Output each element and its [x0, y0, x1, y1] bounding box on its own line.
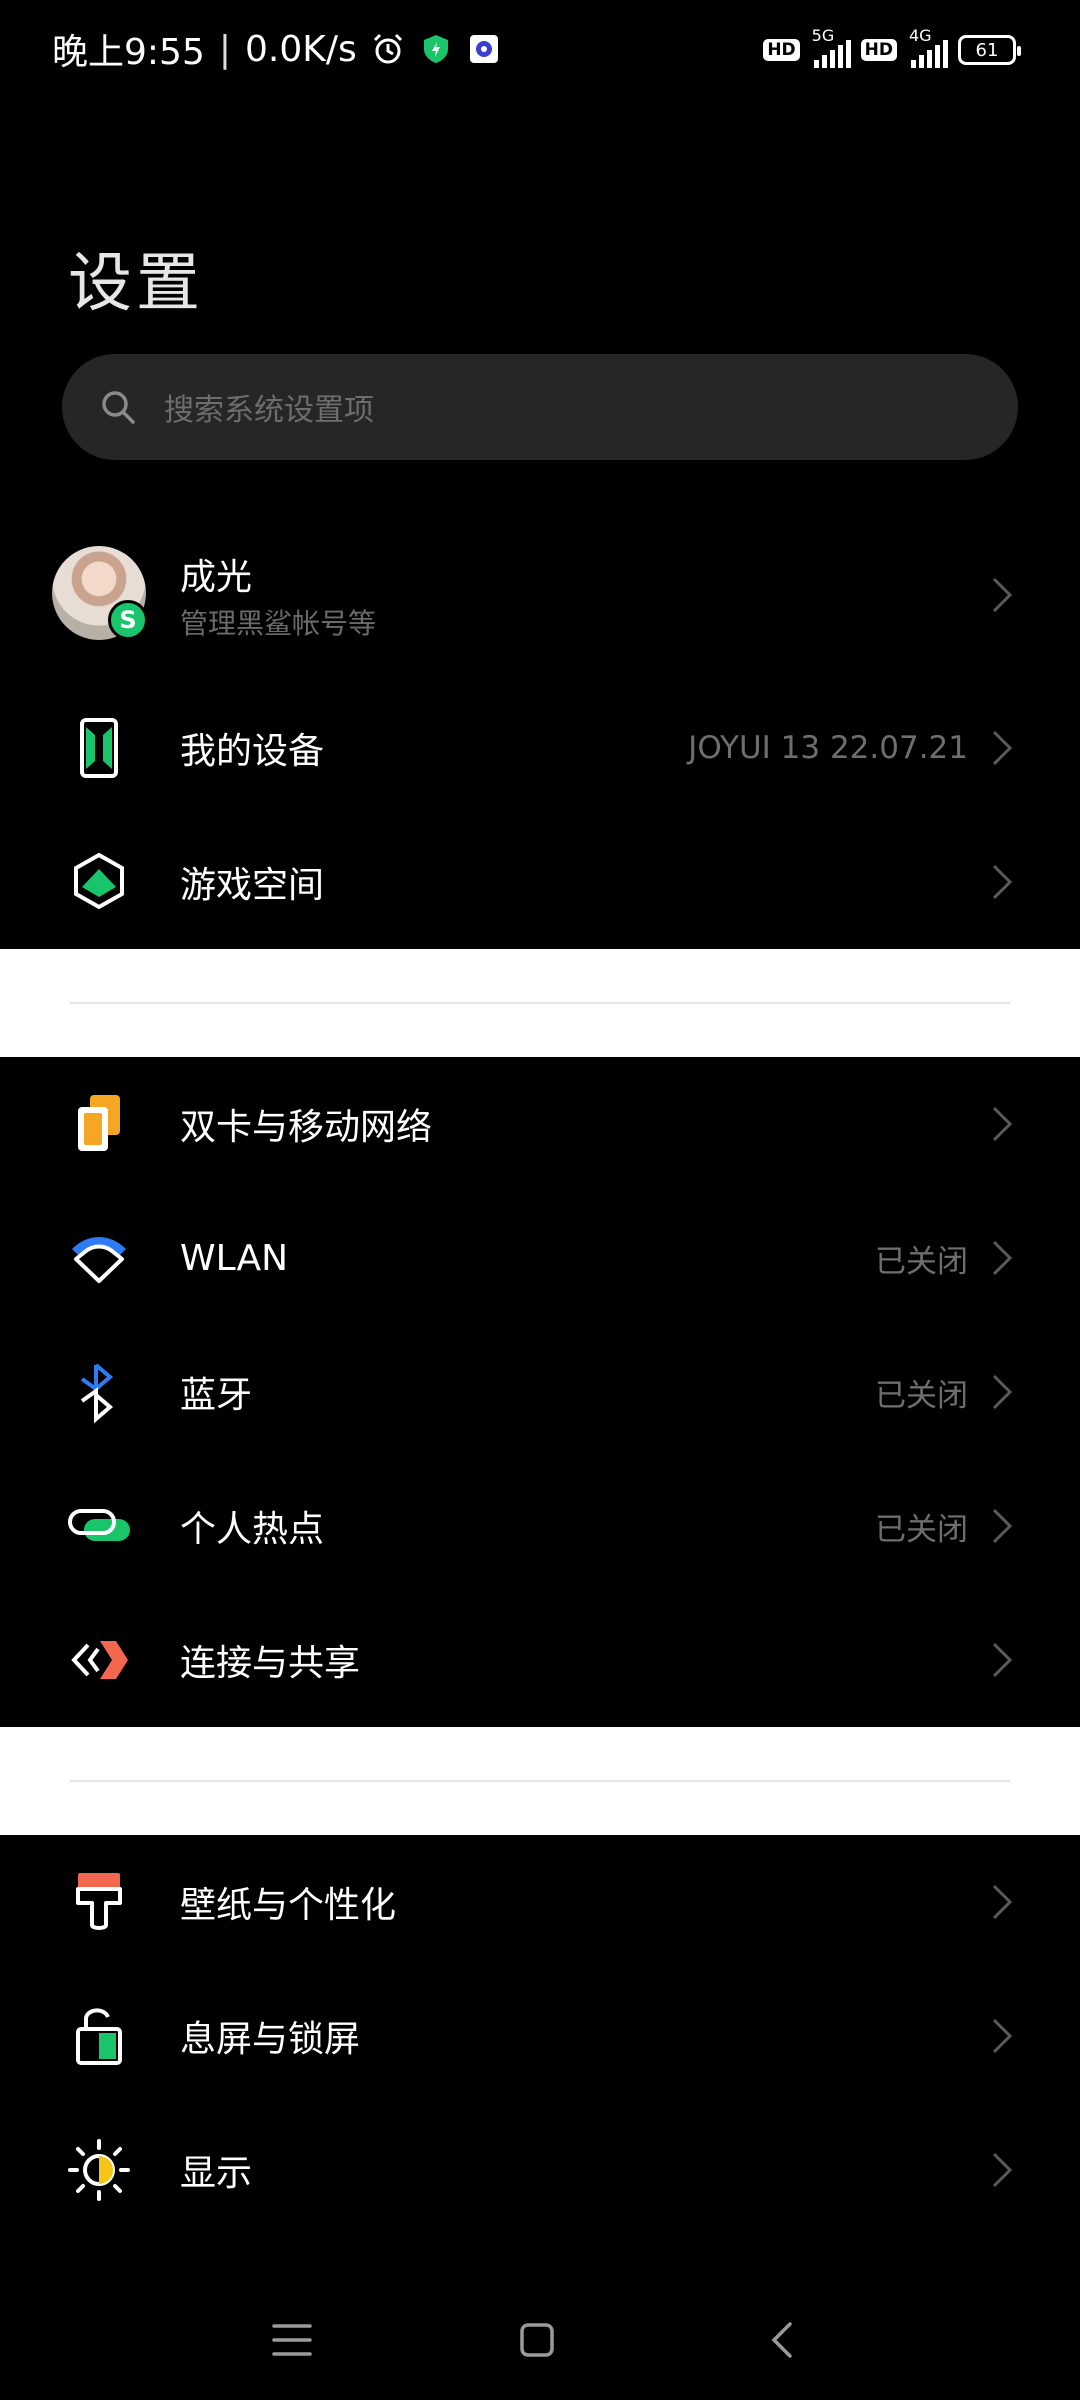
chevron-right-icon: [992, 1374, 1013, 1410]
settings-item-label: 显示: [180, 2153, 253, 2194]
alarm-icon: [373, 33, 402, 64]
battery-level: 61: [975, 39, 999, 61]
chevron-right-icon: [992, 2018, 1013, 2054]
settings-item-label: 个人热点: [180, 1509, 325, 1550]
bluetooth-icon: [80, 1363, 114, 1424]
status-separator: |: [218, 28, 231, 70]
section-divider: [0, 949, 1080, 1057]
search-input[interactable]: 搜索系统设置项: [62, 354, 1018, 460]
settings-item-my-device[interactable]: 我的设备 JOYUI 13 22.07.21: [0, 681, 1080, 815]
chevron-right-icon: [992, 730, 1013, 766]
settings-item-label: 双卡与移动网络: [180, 1107, 433, 1148]
chevron-right-icon: [992, 1642, 1013, 1678]
chevron-right-icon: [992, 864, 1013, 900]
chevron-right-icon: [992, 1240, 1013, 1276]
chevron-right-icon: [992, 1508, 1013, 1544]
menu-button[interactable]: [252, 2300, 332, 2380]
account-badge-icon: S: [108, 600, 148, 640]
section-divider: [0, 1727, 1080, 1835]
settings-item-label: 蓝牙: [180, 1375, 253, 1416]
settings-item-label: 连接与共享: [180, 1643, 361, 1684]
settings-item-hotspot[interactable]: 个人热点 已关闭: [0, 1459, 1080, 1593]
wallpaper-icon: [76, 1873, 122, 1930]
status-time: 晚上9:55: [52, 32, 205, 73]
back-icon: [771, 2322, 792, 2358]
status-bar: 晚上9:55 | 0.0K/s HD 5G HD 4G 61: [0, 0, 1080, 100]
settings-item-lock-screen[interactable]: 息屏与锁屏: [0, 1969, 1080, 2103]
display-icon: [68, 2139, 130, 2201]
home-button[interactable]: [497, 2300, 577, 2380]
settings-item-value: 已关闭: [875, 1511, 968, 1548]
signal-4g-icon: 4G: [907, 26, 948, 68]
settings-item-connection-sharing[interactable]: 连接与共享: [0, 1593, 1080, 1727]
account-row[interactable]: S 成光 管理黑鲨帐号等: [0, 540, 1080, 650]
search-placeholder: 搜索系统设置项: [164, 393, 374, 428]
account-subtitle: 管理黑鲨帐号等: [180, 607, 377, 640]
status-net-speed: 0.0K/s: [244, 28, 357, 70]
settings-item-label: WLAN: [180, 1237, 289, 1279]
menu-icon: [272, 2324, 312, 2356]
device-icon: [80, 718, 118, 778]
settings-item-game-space[interactable]: 游戏空间: [0, 815, 1080, 949]
settings-item-sim[interactable]: 双卡与移动网络: [0, 1057, 1080, 1191]
lock-screen-icon: [76, 2008, 122, 2065]
settings-item-label: 我的设备: [180, 731, 325, 772]
settings-item-value: 已关闭: [875, 1243, 968, 1280]
settings-item-display[interactable]: 显示: [0, 2103, 1080, 2237]
settings-item-wallpaper[interactable]: 壁纸与个性化: [0, 1835, 1080, 1969]
network-gen-label: 4G: [909, 26, 932, 45]
chevron-right-icon: [992, 2152, 1013, 2188]
network-gen-label: 5G: [811, 26, 835, 45]
settings-item-value: JOYUI 13 22.07.21: [688, 730, 968, 766]
page-title: 设置: [68, 247, 204, 321]
account-name: 成光: [180, 557, 253, 598]
settings-item-wlan[interactable]: WLAN 已关闭: [0, 1191, 1080, 1325]
chevron-right-icon: [992, 1884, 1013, 1920]
hd-badge: HD: [763, 39, 800, 61]
shield-icon: [423, 35, 448, 63]
search-icon: [102, 391, 135, 424]
app-notification-icon: [469, 35, 498, 63]
battery-icon: 61: [958, 35, 1021, 65]
wifi-icon: [72, 1237, 126, 1283]
navigation-bar: [0, 2280, 1080, 2400]
settings-item-label: 游戏空间: [180, 865, 325, 906]
home-icon: [520, 2323, 554, 2357]
settings-item-bluetooth[interactable]: 蓝牙 已关闭: [0, 1325, 1080, 1459]
hd-badge: HD: [860, 39, 897, 61]
game-space-icon: [74, 852, 124, 910]
sim-card-icon: [78, 1095, 120, 1151]
share-icon: [71, 1641, 128, 1679]
settings-item-value: 已关闭: [875, 1377, 968, 1414]
hotspot-icon: [68, 1509, 130, 1541]
back-button[interactable]: [742, 2300, 822, 2380]
settings-item-label: 壁纸与个性化: [180, 1885, 397, 1926]
settings-item-label: 息屏与锁屏: [180, 2019, 361, 2060]
chevron-right-icon: [992, 1106, 1013, 1142]
signal-5g-icon: 5G: [810, 26, 851, 68]
chevron-right-icon: [992, 577, 1013, 613]
